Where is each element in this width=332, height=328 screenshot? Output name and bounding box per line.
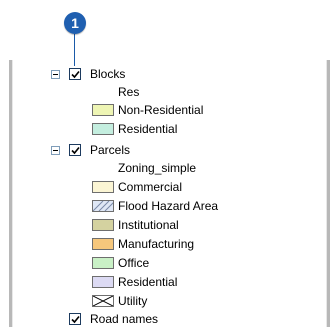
parcels-class-label-manufacturing: Manufacturing xyxy=(118,237,195,251)
road-names-visibility-checkbox[interactable] xyxy=(69,313,81,325)
toc-panel-left-border xyxy=(9,60,13,327)
parcels-class-swatch-commercial[interactable] xyxy=(92,181,114,193)
parcels-class-swatch-office[interactable] xyxy=(92,257,114,269)
check-icon xyxy=(71,315,80,324)
layer-name-road-names[interactable]: Road names xyxy=(90,310,158,328)
parcels-field-name: Zoning_simple xyxy=(118,161,197,175)
blocks-class-label-residential: Residential xyxy=(118,122,178,136)
blocks-class-label-non-residential: Non-Residential xyxy=(118,103,204,117)
parcels-class-swatch-flood-hazard-area[interactable] xyxy=(92,200,114,212)
check-icon xyxy=(71,146,80,155)
callout-number-badge: 1 xyxy=(64,12,86,34)
parcels-class-label-office: Office xyxy=(118,256,150,270)
utility-symbol-icon xyxy=(93,296,113,306)
hatch-pattern-icon xyxy=(93,201,113,211)
blocks-class-swatch-residential[interactable] xyxy=(92,123,114,135)
layer-name-parcels[interactable]: Parcels xyxy=(90,141,130,159)
parcels-class-label-residential: Residential xyxy=(118,275,178,289)
parcels-class-swatch-utility[interactable] xyxy=(92,295,114,307)
layer-name-blocks[interactable]: Blocks xyxy=(90,65,125,83)
parcels-class-swatch-residential[interactable] xyxy=(92,276,114,288)
parcels-class-label-commercial: Commercial xyxy=(118,180,183,194)
parcels-class-swatch-manufacturing[interactable] xyxy=(92,238,114,250)
parcels-visibility-checkbox[interactable] xyxy=(69,144,81,156)
toc-panel-right-border xyxy=(326,60,330,327)
parcels-class-swatch-institutional[interactable] xyxy=(92,219,114,231)
blocks-visibility-checkbox[interactable] xyxy=(69,68,81,80)
collapse-blocks-icon[interactable] xyxy=(51,70,60,79)
parcels-class-label-institutional: Institutional xyxy=(118,218,179,232)
blocks-field-name: Res xyxy=(118,85,140,99)
parcels-class-label-flood-hazard-area: Flood Hazard Area xyxy=(118,199,219,213)
check-icon xyxy=(71,70,80,79)
collapse-parcels-icon[interactable] xyxy=(51,146,60,155)
blocks-class-swatch-non-residential[interactable] xyxy=(92,104,114,116)
parcels-class-label-utility: Utility xyxy=(118,294,148,308)
